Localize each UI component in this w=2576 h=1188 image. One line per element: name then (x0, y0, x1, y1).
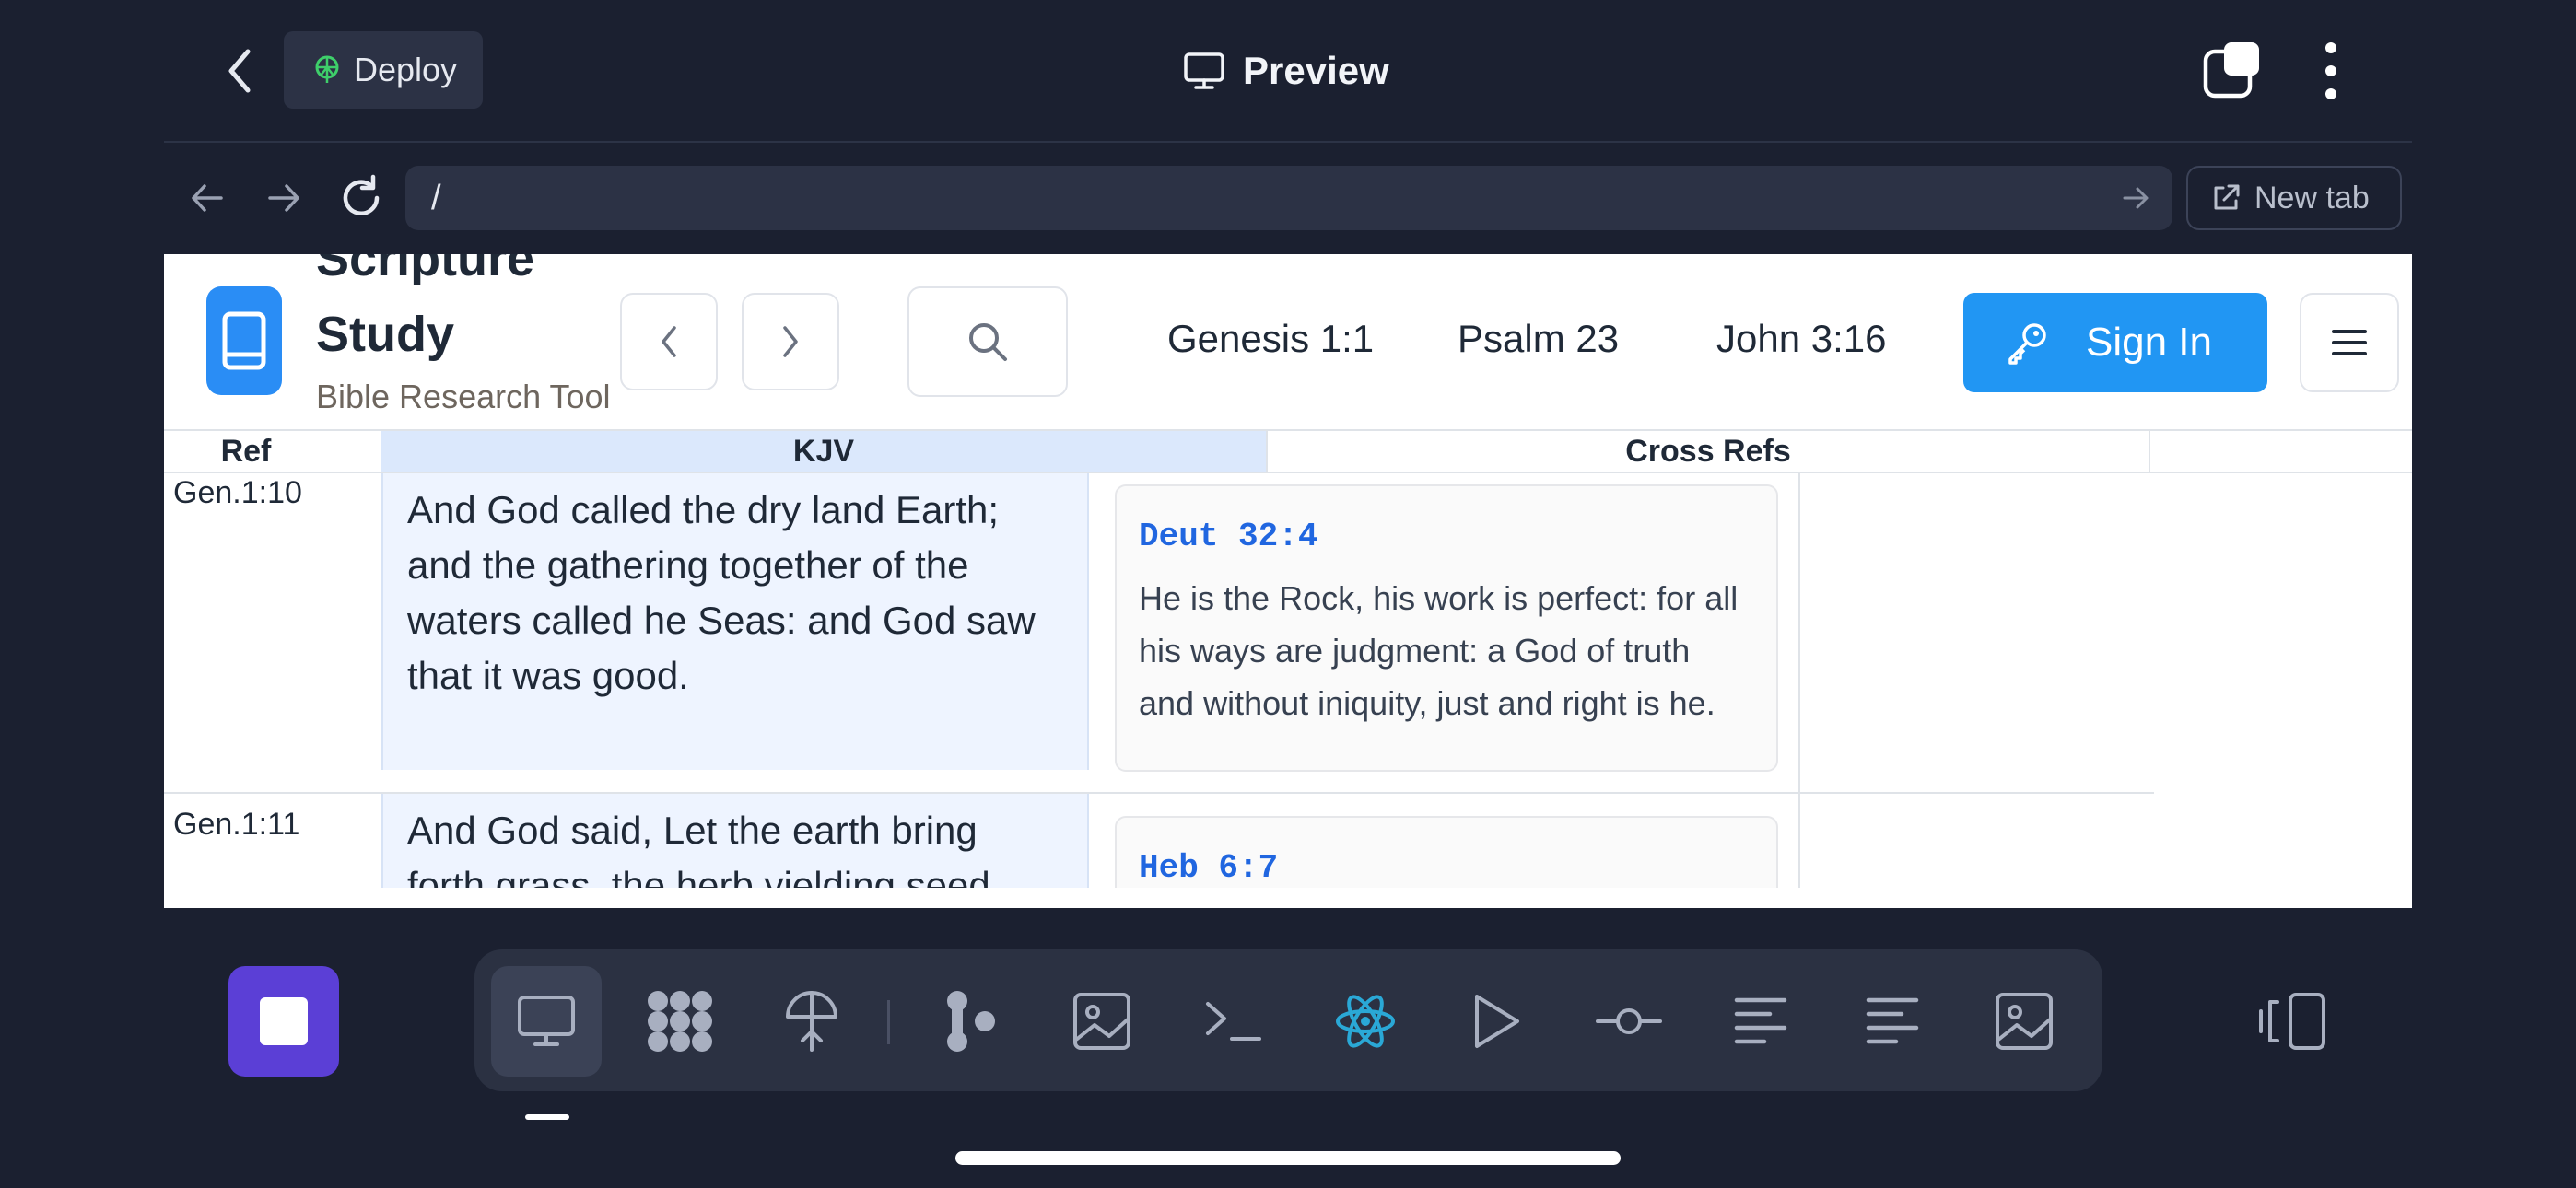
cross-ref-link[interactable]: Heb 6:7 (1139, 849, 1754, 887)
reload-icon (343, 174, 380, 215)
active-tab-indicator (525, 1114, 569, 1120)
back-button[interactable] (212, 39, 267, 103)
dock-react-button[interactable] (1310, 966, 1421, 1077)
next-page-button[interactable] (742, 293, 839, 390)
search-icon (969, 323, 1007, 361)
kjv-verse-text: And God called the dry land Earth; and t… (381, 473, 1089, 770)
tabs-button[interactable] (2202, 41, 2263, 101)
dock-apps-button[interactable] (625, 966, 735, 1077)
commit-icon (1596, 1008, 1662, 1034)
column-divider (1798, 473, 1800, 908)
header-divider (164, 141, 2412, 143)
new-tab-button[interactable]: New tab (2186, 166, 2402, 230)
dock-image-button-2[interactable] (1969, 966, 2079, 1077)
reload-button[interactable] (336, 173, 386, 223)
site-logo (206, 286, 282, 395)
stop-button[interactable] (228, 966, 339, 1077)
image-icon (1073, 993, 1130, 1050)
site-subtitle-text: Bible Research Tool (316, 378, 611, 415)
play-icon (1475, 995, 1519, 1048)
menu-button[interactable] (2300, 293, 2399, 392)
terminal-icon (1206, 1002, 1261, 1041)
cross-ref-text: He is the Rock, his work is perfect: for… (1139, 579, 1739, 722)
nav-back-button[interactable] (184, 175, 230, 221)
sign-in-label: Sign In (2086, 320, 2212, 365)
preview-title: Preview (1184, 41, 1389, 101)
chevron-right-icon (783, 326, 798, 357)
deploy-icon (315, 55, 339, 83)
url-text: / (431, 178, 441, 217)
home-indicator (955, 1151, 1621, 1165)
chevron-left-icon (662, 326, 676, 357)
quick-link-john[interactable]: John 3:16 (1716, 317, 1887, 361)
console-icon (1866, 997, 1919, 1044)
viewport-bottom-strip (164, 888, 2412, 908)
arrow-left-icon (192, 184, 223, 212)
column-header-cross-refs[interactable]: Cross Refs (1266, 431, 2150, 472)
preview-icon (518, 996, 575, 1046)
go-arrow-icon[interactable] (2119, 181, 2152, 215)
dock-run-button[interactable] (1442, 966, 1552, 1077)
dock-separator (887, 1000, 890, 1044)
deploy-icon (786, 991, 837, 1052)
bottom-dock (474, 949, 2102, 1091)
more-options-button[interactable] (2308, 41, 2354, 101)
new-tab-label: New tab (2254, 180, 2370, 215)
image-icon (1996, 993, 2053, 1050)
dock-console-button[interactable] (1837, 966, 1948, 1077)
preview-viewport: Scripture Study Bible Research Tool Gene… (164, 254, 2412, 908)
deploy-label: Deploy (354, 51, 458, 88)
column-header-kjv[interactable]: KJV (381, 431, 1266, 472)
panel-toggle-icon (2259, 993, 2325, 1050)
apps-icon (648, 991, 712, 1052)
quick-link-genesis[interactable]: Genesis 1:1 (1167, 317, 1374, 361)
row-ref-label: Gen.1:10 (173, 475, 302, 510)
dock-image-button[interactable] (1047, 966, 1157, 1077)
arrow-right-icon (268, 184, 299, 212)
logs-icon (1734, 997, 1787, 1044)
sign-in-button[interactable]: Sign In (1963, 293, 2267, 392)
dock-terminal-button[interactable] (1178, 966, 1289, 1077)
preview-title-label: Preview (1243, 49, 1389, 92)
column-header-ref[interactable]: Ref (164, 431, 328, 472)
site-title: Scripture Study (316, 254, 535, 362)
dock-logs-button[interactable] (1705, 966, 1816, 1077)
url-input[interactable]: / (405, 166, 2172, 230)
quick-link-psalm[interactable]: Psalm 23 (1458, 317, 1619, 361)
deploy-button[interactable]: Deploy (284, 31, 483, 109)
dock-preview-button[interactable] (491, 966, 602, 1077)
row-ref-label: Gen.1:11 (173, 807, 300, 842)
react-icon (1336, 995, 1395, 1048)
table-header-row: Ref KJV Cross Refs (164, 429, 2412, 473)
chevron-left-icon (228, 49, 251, 93)
book-icon (222, 311, 266, 370)
search-button[interactable] (907, 286, 1068, 397)
panel-toggle-button[interactable] (2255, 989, 2329, 1054)
previous-page-button[interactable] (620, 293, 718, 390)
stop-icon (260, 997, 308, 1045)
cross-ref-link[interactable]: Deut 32:4 (1139, 518, 1754, 555)
external-link-icon (2214, 184, 2240, 210)
vertical-dots-icon (2325, 42, 2336, 99)
dock-git-button[interactable] (915, 966, 1025, 1077)
dock-deploy-button[interactable] (756, 966, 867, 1077)
dock-commit-button[interactable] (1574, 966, 1684, 1077)
tabs-icon (2203, 42, 2259, 99)
cross-ref-card[interactable]: Deut 32:4 He is the Rock, his work is pe… (1115, 484, 1778, 772)
monitor-icon (1184, 52, 1224, 89)
git-icon (947, 991, 995, 1052)
key-icon (2008, 323, 2046, 365)
hamburger-icon (2332, 330, 2367, 355)
nav-forward-button[interactable] (261, 175, 307, 221)
